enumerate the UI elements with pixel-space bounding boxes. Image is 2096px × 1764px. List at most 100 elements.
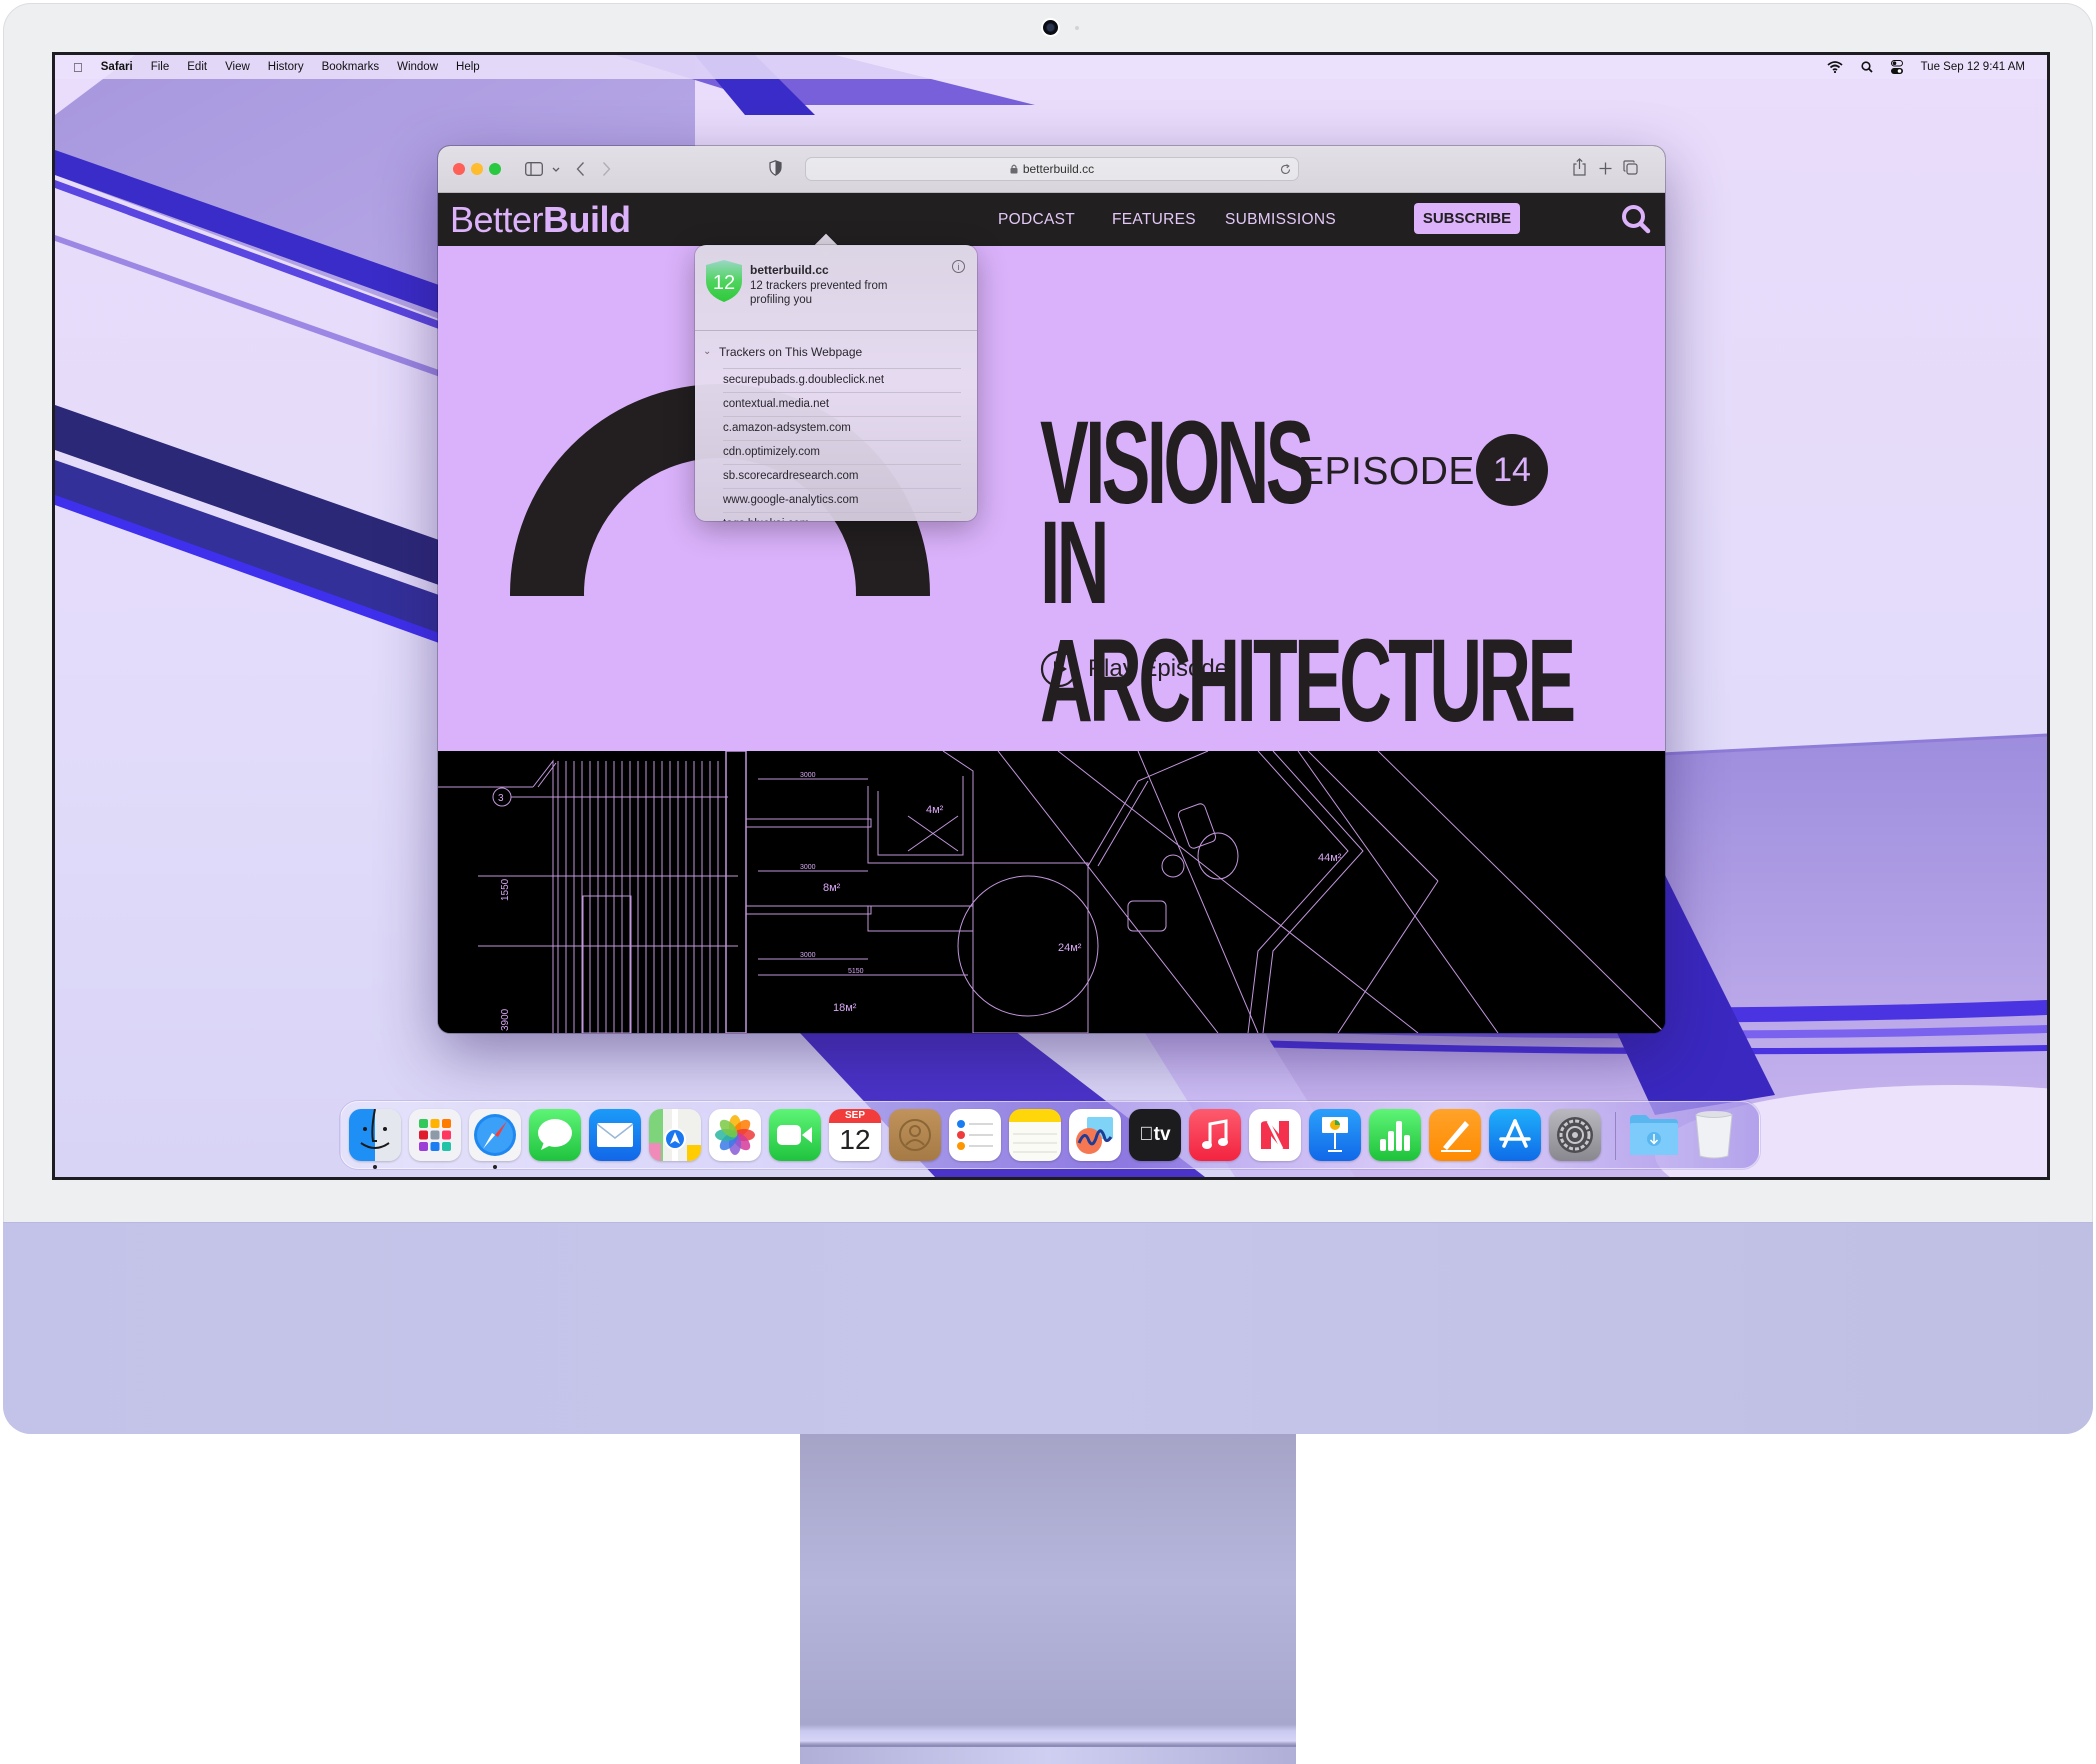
maps-icon bbox=[649, 1109, 701, 1161]
dock-launchpad[interactable] bbox=[409, 1109, 461, 1161]
menu-edit[interactable]: Edit bbox=[187, 61, 207, 73]
menu-file[interactable]: File bbox=[151, 61, 170, 73]
dock-keynote[interactable] bbox=[1309, 1109, 1361, 1161]
address-bar[interactable]: betterbuild.cc bbox=[805, 157, 1299, 181]
forward-icon[interactable] bbox=[602, 161, 611, 177]
tracker-item: sb.scorecardresearch.com bbox=[723, 464, 961, 488]
dock-maps[interactable] bbox=[649, 1109, 701, 1161]
tracker-item: securepubads.g.doubleclick.net bbox=[723, 368, 961, 392]
tab-overview-icon[interactable] bbox=[1623, 160, 1638, 175]
menu-help[interactable]: Help bbox=[456, 61, 480, 73]
site-header: BetterBuild PODCAST FEATURES SUBMISSIONS… bbox=[438, 193, 1665, 246]
popover-summary: 12 trackers prevented from profiling you bbox=[750, 280, 888, 306]
nav-submissions[interactable]: SUBMISSIONS bbox=[1225, 211, 1336, 229]
tracker-item: www.google-analytics.com bbox=[723, 488, 961, 512]
control-center-icon[interactable] bbox=[1890, 60, 1903, 74]
safari-toolbar: betterbuild.cc bbox=[438, 146, 1665, 193]
dock-news[interactable] bbox=[1249, 1109, 1301, 1161]
finder-icon bbox=[360, 1109, 390, 1149]
dock: SEP 12 tv bbox=[340, 1101, 1760, 1169]
dock-notes[interactable] bbox=[1009, 1109, 1061, 1161]
dock-music[interactable] bbox=[1189, 1109, 1241, 1161]
dock-contacts[interactable] bbox=[889, 1109, 941, 1161]
dock-numbers[interactable] bbox=[1369, 1109, 1421, 1161]
tracker-shield-badge: 12 bbox=[706, 260, 742, 302]
dock-facetime[interactable] bbox=[769, 1109, 821, 1161]
play-episode-label: Play Episode bbox=[1088, 655, 1229, 682]
dock-system-settings[interactable] bbox=[1549, 1109, 1601, 1161]
wifi-icon[interactable] bbox=[1826, 61, 1843, 73]
share-icon[interactable] bbox=[1573, 158, 1586, 176]
menu-bookmarks[interactable]: Bookmarks bbox=[322, 61, 380, 73]
blueprint-label: 3900 bbox=[500, 1008, 511, 1031]
blueprint-label: 3000 bbox=[800, 952, 816, 959]
dock-downloads[interactable] bbox=[1628, 1109, 1680, 1161]
menu-app-name[interactable]: Safari bbox=[101, 61, 133, 73]
safari-compass-icon bbox=[474, 1114, 516, 1156]
close-window-button[interactable] bbox=[453, 163, 465, 175]
menu-window[interactable]: Window bbox=[397, 61, 438, 73]
trackers-section-heading[interactable]: Trackers on This Webpage bbox=[719, 345, 862, 359]
music-note-icon bbox=[1202, 1119, 1228, 1149]
mail-icon bbox=[596, 1123, 634, 1147]
trash-icon bbox=[1695, 1111, 1733, 1159]
nav-podcast[interactable]: PODCAST bbox=[998, 211, 1075, 229]
chevron-down-icon[interactable] bbox=[552, 167, 560, 172]
dock-trash[interactable] bbox=[1688, 1109, 1740, 1161]
running-indicator bbox=[373, 1165, 377, 1169]
menu-view[interactable]: View bbox=[225, 61, 250, 73]
dock-calendar[interactable]: SEP 12 bbox=[829, 1109, 881, 1161]
minimize-window-button[interactable] bbox=[471, 163, 483, 175]
play-episode-button[interactable]: Play Episode bbox=[1040, 650, 1228, 688]
search-icon[interactable] bbox=[1620, 203, 1652, 235]
divider bbox=[695, 330, 977, 331]
blueprint-image: 3 1550 3900 3000 3000 3000 5150 4м² 8м² … bbox=[438, 751, 1665, 1033]
dock-messages[interactable] bbox=[529, 1109, 581, 1161]
dock-separator bbox=[1615, 1112, 1616, 1160]
site-logo[interactable]: BetterBuild bbox=[450, 199, 631, 241]
dock-tv[interactable]: tv bbox=[1129, 1109, 1181, 1161]
messages-icon bbox=[538, 1119, 572, 1150]
privacy-report-shield-icon[interactable] bbox=[769, 160, 782, 176]
dock-safari[interactable] bbox=[469, 1109, 521, 1161]
tracker-item: cdn.optimizely.com bbox=[723, 440, 961, 464]
menu-history[interactable]: History bbox=[268, 61, 304, 73]
blueprint-label: 3000 bbox=[800, 864, 816, 871]
blueprint-label: 8м² bbox=[823, 882, 841, 894]
dock-reminders[interactable] bbox=[949, 1109, 1001, 1161]
url-text: betterbuild.cc bbox=[1022, 162, 1095, 176]
tracker-item: tags.bluekai.com bbox=[723, 512, 961, 521]
dock-pages[interactable] bbox=[1429, 1109, 1481, 1161]
dock-finder[interactable] bbox=[349, 1109, 401, 1161]
nav-features[interactable]: FEATURES bbox=[1112, 211, 1196, 229]
dock-photos[interactable] bbox=[709, 1109, 761, 1161]
launchpad-icon bbox=[419, 1119, 451, 1151]
keynote-icon bbox=[1322, 1117, 1348, 1152]
info-icon[interactable]: i bbox=[952, 260, 965, 273]
camera-indicator bbox=[1075, 26, 1079, 30]
menu-clock[interactable]: Tue Sep 12 9:41 AM bbox=[1921, 61, 2025, 73]
dock-freeform[interactable] bbox=[1069, 1109, 1121, 1161]
tracker-item: contextual.media.net bbox=[723, 392, 961, 416]
sidebar-icon[interactable] bbox=[525, 162, 543, 176]
dock-mail[interactable] bbox=[589, 1109, 641, 1161]
dock-app-store[interactable] bbox=[1489, 1109, 1541, 1161]
new-tab-icon[interactable] bbox=[1599, 162, 1612, 175]
reload-icon[interactable] bbox=[1280, 164, 1291, 175]
apple-menu-icon[interactable]:  bbox=[73, 60, 83, 75]
chevron-down-icon[interactable]: ⌄ bbox=[703, 346, 711, 357]
zoom-window-button[interactable] bbox=[489, 163, 501, 175]
imac-stand-foot bbox=[800, 1745, 1296, 1764]
back-icon[interactable] bbox=[576, 161, 585, 177]
contacts-icon bbox=[899, 1119, 931, 1151]
imac-stand bbox=[800, 1434, 1296, 1764]
facetime-icon bbox=[777, 1125, 812, 1145]
spotlight-search-icon[interactable] bbox=[1860, 61, 1873, 73]
notes-icon bbox=[1013, 1133, 1057, 1153]
subscribe-button[interactable]: SUBSCRIBE bbox=[1414, 203, 1520, 234]
safari-window: betterbuild.cc BetterBuild PODCAST FEATU… bbox=[438, 146, 1665, 1033]
gear-icon bbox=[1557, 1117, 1593, 1153]
reminders-icon bbox=[957, 1120, 993, 1150]
blueprint-label: 44м² bbox=[1318, 852, 1342, 864]
pages-pen-icon bbox=[1441, 1121, 1471, 1152]
